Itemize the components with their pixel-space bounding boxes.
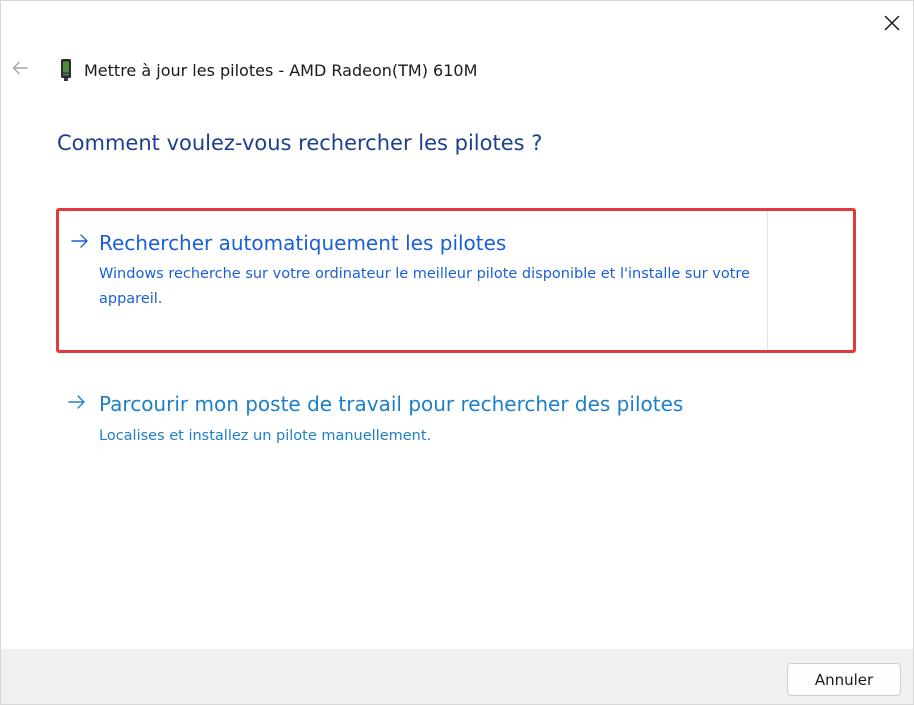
back-button[interactable] bbox=[7, 55, 33, 81]
option-title: Parcourir mon poste de travail pour rech… bbox=[99, 392, 684, 416]
close-button[interactable] bbox=[873, 5, 911, 41]
display-adapter-icon bbox=[59, 58, 73, 82]
option-description: Localises et installez un pilote manuell… bbox=[99, 428, 432, 444]
dialog-footer: Annuler bbox=[1, 649, 913, 704]
dialog-header: Mettre à jour les pilotes - AMD Radeon(T… bbox=[59, 57, 477, 83]
cancel-button[interactable]: Annuler bbox=[787, 663, 901, 696]
option-title: Rechercher automatiquement les pilotes bbox=[99, 231, 507, 255]
update-drivers-dialog: Mettre à jour les pilotes - AMD Radeon(T… bbox=[0, 0, 914, 705]
back-arrow-icon bbox=[12, 61, 28, 75]
dialog-title: Mettre à jour les pilotes - AMD Radeon(T… bbox=[84, 60, 478, 80]
arrow-right-icon bbox=[71, 233, 89, 249]
page-question: Comment voulez-vous rechercher les pilot… bbox=[57, 131, 543, 155]
close-icon bbox=[884, 15, 900, 31]
option-browse-computer[interactable]: Parcourir mon poste de travail pour rech… bbox=[56, 387, 856, 459]
arrow-right-icon bbox=[68, 394, 86, 410]
option-divider bbox=[767, 211, 768, 350]
option-description: Windows recherche sur votre ordinateur l… bbox=[99, 266, 750, 307]
option-search-automatically[interactable]: Rechercher automatiquement les pilotes W… bbox=[56, 208, 856, 353]
